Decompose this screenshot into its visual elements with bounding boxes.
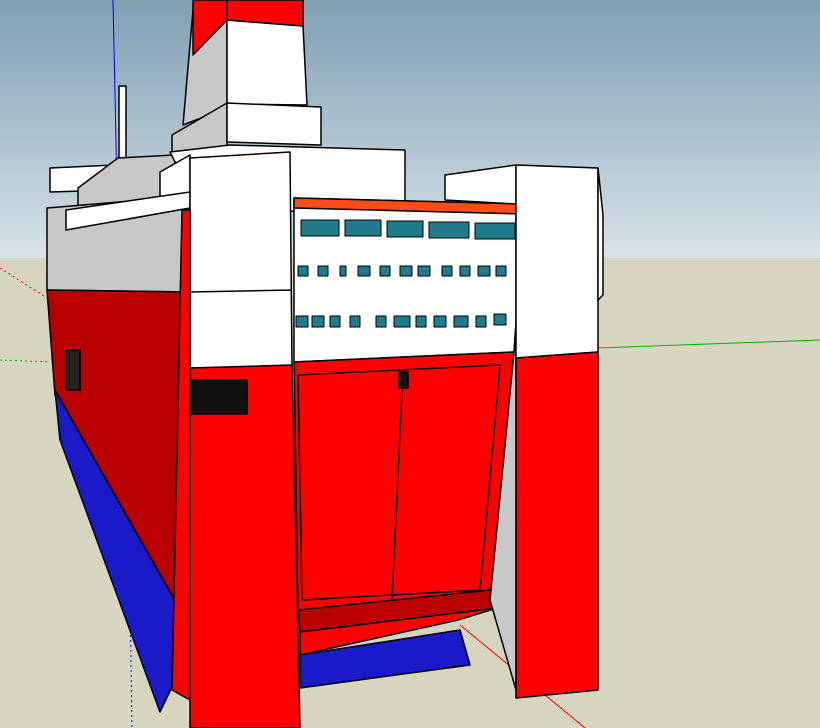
window-small	[317, 265, 329, 277]
right-column-red	[515, 351, 599, 699]
window-small	[493, 313, 507, 326]
window-small	[453, 315, 469, 328]
window-small	[441, 265, 453, 277]
window-small	[379, 265, 391, 277]
window-small	[311, 315, 325, 328]
funnel	[171, 0, 322, 161]
window-large	[428, 221, 470, 239]
window-small	[415, 315, 427, 328]
ship-model-scene[interactable]	[0, 0, 820, 728]
window-small	[433, 315, 447, 328]
window-small	[393, 315, 411, 328]
window-small	[295, 315, 309, 328]
window-large	[474, 222, 516, 240]
window-small	[477, 265, 491, 277]
window-small	[417, 265, 431, 277]
window-large	[300, 219, 340, 237]
3d-viewport[interactable]	[0, 0, 820, 728]
left-vent	[190, 379, 248, 415]
funnel-front-white	[226, 19, 308, 106]
window-large	[344, 219, 382, 237]
left-column-white	[189, 151, 293, 369]
window-small	[375, 315, 387, 328]
right-column-white	[515, 164, 599, 359]
window-small	[349, 315, 361, 328]
window-small	[475, 315, 487, 328]
mast	[118, 85, 127, 161]
stern-left-column	[171, 151, 301, 728]
window-small	[329, 315, 341, 328]
window-small	[339, 265, 347, 277]
funnel-base-front	[226, 102, 322, 146]
window-small	[399, 265, 413, 277]
door-latch	[398, 371, 409, 389]
window-small	[297, 265, 309, 277]
window-small	[495, 265, 507, 277]
side-port-window	[65, 349, 81, 391]
left-column-red	[189, 364, 301, 728]
window-small	[357, 265, 371, 277]
window-large	[386, 220, 424, 238]
window-small	[459, 265, 471, 277]
